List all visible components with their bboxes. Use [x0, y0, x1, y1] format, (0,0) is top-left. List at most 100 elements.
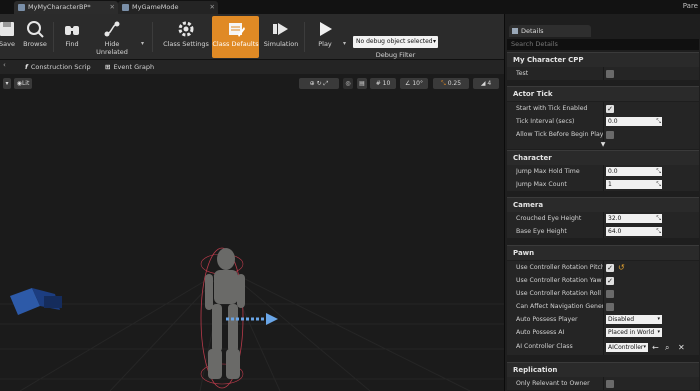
tab-game-mode[interactable]: MyGameMode ✕: [118, 1, 218, 14]
auto-possess-player-select[interactable]: Disabled ▾: [606, 315, 662, 324]
search-input[interactable]: Search Details: [507, 39, 699, 50]
section-pawn[interactable]: Pawn: [507, 245, 699, 260]
browse-search-icon[interactable]: ⌕: [665, 342, 669, 353]
debug-object-select[interactable]: No debug object selected ▾: [353, 36, 438, 48]
preview-viewport[interactable]: ▾ ◉Lit ⊕ ↻ ⤢ ◎ ▤ # 10 ∠ 10° ⤡ 0.25 ◢ 4: [0, 74, 504, 391]
property-row-can-affect-nav: Can Affect Navigation Generatio: [507, 300, 699, 313]
field-value: 0.0: [608, 168, 618, 175]
use-yaw-checkbox[interactable]: ✓: [606, 277, 614, 285]
find-icon: [63, 20, 81, 38]
chevron-down-icon: ▾: [643, 344, 646, 350]
property-row-use-yaw: Use Controller Rotation Yaw ✓: [507, 274, 699, 287]
can-affect-nav-checkbox[interactable]: [606, 303, 614, 311]
auto-possess-ai-select[interactable]: Placed in World ▾: [606, 328, 662, 337]
hide-unrelated-button[interactable]: Hide Unrelated: [88, 16, 136, 58]
drag-handle-icon: ⤡: [656, 215, 661, 222]
save-label: Save: [0, 40, 15, 48]
use-selected-arrow-icon[interactable]: ←: [652, 342, 659, 353]
crouched-eye-field[interactable]: 32.0 ⤡: [606, 214, 662, 223]
property-label: Crouched Eye Height: [516, 215, 582, 222]
tab-construction-script[interactable]: f Construction Scrip: [25, 61, 91, 73]
class-settings-button[interactable]: Class Settings: [163, 16, 209, 58]
use-roll-checkbox[interactable]: [606, 290, 614, 298]
details-panel: Details Search Details My Character CPP …: [504, 14, 700, 391]
property-row-test: Test: [507, 67, 699, 80]
play-options-icon[interactable]: ▾: [343, 40, 346, 47]
section-title: Camera: [513, 201, 544, 209]
ai-controller-select[interactable]: AIController ▾: [606, 343, 648, 352]
camera-speed-button[interactable]: ◢ 4: [473, 78, 499, 89]
tab-details[interactable]: Details: [509, 25, 591, 37]
toolbar-divider: [304, 22, 305, 52]
hide-unrelated-label: Hide Unrelated: [96, 40, 128, 56]
section-my-character[interactable]: My Character CPP: [507, 52, 699, 67]
advanced-expand-icon[interactable]: ▼: [507, 141, 699, 149]
parent-class-label: Pare: [682, 2, 698, 10]
class-defaults-label: Class Defaults: [212, 40, 259, 48]
jump-count-field[interactable]: 1 ⤡: [606, 180, 662, 189]
section-character[interactable]: Character: [507, 150, 699, 165]
viewport-options-button[interactable]: ▾: [3, 78, 11, 89]
find-button[interactable]: Find: [59, 16, 85, 58]
document-tab-bar: MyMyCharacterBP* ✕ MyGameMode ✕ Pare: [0, 0, 700, 14]
scale-icon: ⤢: [323, 80, 329, 87]
view-mode-button[interactable]: ◉Lit: [14, 78, 32, 89]
test-checkbox[interactable]: [606, 70, 614, 78]
only-relevant-checkbox[interactable]: [606, 380, 614, 388]
scale-snap-icon: ⤡: [440, 80, 446, 87]
section-title: Actor Tick: [513, 90, 553, 98]
save-icon: [0, 20, 16, 38]
section-actor-tick[interactable]: Actor Tick: [507, 86, 699, 101]
property-row-crouched-eye: Crouched Eye Height 32.0 ⤡: [507, 212, 699, 225]
grid-snap-button[interactable]: # 10: [370, 78, 396, 89]
clear-icon[interactable]: ✕: [678, 342, 685, 353]
section-title: Character: [513, 154, 552, 162]
use-pitch-checkbox[interactable]: ✓: [606, 264, 614, 272]
scale-snap-button[interactable]: ⤡ 0.25: [433, 78, 469, 89]
tab-character-blueprint[interactable]: MyMyCharacterBP* ✕: [14, 1, 118, 14]
toolbar-overflow-icon[interactable]: ▾: [141, 40, 144, 47]
property-label: Jump Max Count: [516, 181, 567, 188]
section-title: Pawn: [513, 249, 535, 257]
browse-button[interactable]: Browse: [22, 16, 48, 58]
class-defaults-icon: [227, 20, 245, 38]
property-label: Use Controller Rotation Yaw: [516, 277, 602, 284]
jump-hold-field[interactable]: 0.0 ⤡: [606, 167, 662, 176]
class-defaults-button[interactable]: Class Defaults: [212, 16, 259, 58]
camera-component-icon: [10, 288, 62, 315]
allow-tick-checkbox[interactable]: [606, 131, 614, 139]
property-label: Only Relevant to Owner: [516, 380, 590, 387]
section-camera[interactable]: Camera: [507, 197, 699, 212]
property-row-use-pitch: Use Controller Rotation Pitch ✓ ↺: [507, 261, 699, 274]
field-value: 0.0: [608, 118, 618, 125]
start-tick-checkbox[interactable]: ✓: [606, 105, 614, 113]
section-replication[interactable]: Replication: [507, 362, 699, 377]
camera-speed-value: 4: [487, 80, 492, 87]
angle-icon: ∠: [405, 80, 411, 87]
close-icon[interactable]: ✕: [110, 1, 115, 14]
property-label: Test: [516, 70, 529, 77]
simulation-button[interactable]: Simulation: [262, 16, 300, 58]
chevron-down-icon: ▾: [657, 329, 660, 335]
world-space-button[interactable]: ◎: [343, 78, 353, 89]
base-eye-field[interactable]: 64.0 ⤡: [606, 227, 662, 236]
property-label: Can Affect Navigation Generatio: [516, 303, 604, 310]
scroll-left-icon[interactable]: ‹: [3, 61, 6, 69]
lit-label: Lit: [21, 80, 30, 87]
construction-tab-label: Construction Scrip: [30, 63, 91, 71]
search-placeholder: Search Details: [511, 40, 558, 48]
character-mesh: [205, 248, 245, 379]
select-value: Disabled: [608, 316, 635, 323]
drag-handle-icon: ⤡: [656, 168, 661, 175]
surface-snap-button[interactable]: ▤: [357, 78, 367, 89]
reset-to-default-icon[interactable]: ↺: [618, 262, 625, 273]
transform-mode-group[interactable]: ⊕ ↻ ⤢: [299, 78, 339, 89]
save-button[interactable]: Save: [0, 16, 18, 58]
close-icon[interactable]: ✕: [210, 1, 215, 14]
property-row-start-tick: Start with Tick Enabled ✓: [507, 102, 699, 115]
tab-event-graph[interactable]: ⊞ Event Graph: [105, 61, 154, 73]
grid-icon: #: [375, 80, 381, 87]
tick-interval-field[interactable]: 0.0 ⤡: [606, 117, 662, 126]
rotation-snap-button[interactable]: ∠ 10°: [400, 78, 428, 89]
play-button[interactable]: Play: [310, 16, 340, 58]
